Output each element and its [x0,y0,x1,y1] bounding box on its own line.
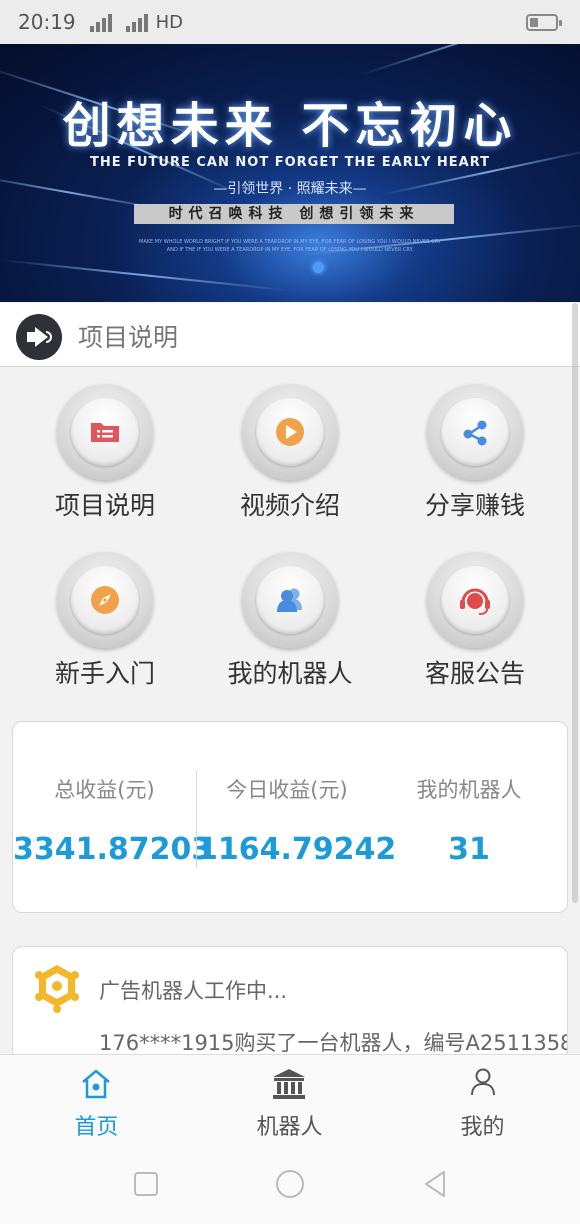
scrollbar[interactable] [572,303,578,903]
menu-customer-service[interactable]: 客服公告 [382,552,568,690]
status-bar: 20:19 HD [0,0,580,44]
home-button[interactable] [276,1170,304,1198]
users-icon [277,588,302,612]
today-earnings-label: 今日收益(元) [226,778,348,802]
purchase-ticker: 176****1915购买了一台机器人，编号A2511358 [99,1031,568,1055]
menu-share-earn[interactable]: 分享赚钱 [382,384,568,522]
battery-icon [526,14,562,31]
earnings-card: 总收益(元) 3341.87203 今日收益(元) 1164.79242 我的机… [12,721,568,913]
tab-robots[interactable]: 机器人 [193,1055,386,1145]
bank-icon [273,1069,305,1099]
tab-home[interactable]: 首页 [0,1055,193,1145]
today-earnings-value: 1164.79242 [197,832,397,867]
total-earnings: 总收益(元) 3341.87203 [13,722,213,912]
cell-signal-icon [89,12,112,32]
menu-label: 客服公告 [424,659,525,688]
cell-signal-2-icon [125,12,148,32]
menu-label: 视频介绍 [239,491,340,520]
recent-apps-button[interactable] [134,1172,158,1196]
menu-beginner-guide[interactable]: 新手入门 [12,552,198,690]
total-earnings-label: 总收益(元) [54,778,155,802]
ad-robot-status: 广告机器人工作中... [99,979,288,1003]
tab-mine[interactable]: 我的 [386,1055,579,1145]
headset-icon [460,588,490,615]
carousel-indicator[interactable] [313,262,324,273]
tab-label: 我的 [460,1115,505,1140]
status-time: 20:19 [18,10,76,34]
share-icon [463,420,487,446]
banner-fineprint-1: MAKE MY WHOLE WORLD BRIGHT IF YOU WERE A… [139,239,441,245]
banner-fineprint-2: AND IF THE IF YOU WERE A TEARDROP IN MY … [166,247,414,253]
robot-count-label: 我的机器人 [416,778,522,802]
system-nav-bar [0,1144,580,1224]
user-icon [471,1068,495,1096]
today-earnings: 今日收益(元) 1164.79242 [197,722,397,912]
menu-my-robots[interactable]: 我的机器人 [197,552,383,690]
speaker-icon [16,314,62,360]
banner-tagline: —引领世界 · 照耀未来— [213,181,367,197]
ad-robot-card: 广告机器人工作中... 176****1915购买了一台机器人，编号A25113… [12,946,568,1066]
menu-label: 项目说明 [54,491,155,520]
back-button[interactable] [422,1169,448,1199]
compass-icon [91,586,119,614]
menu-label: 新手入门 [54,659,155,688]
play-icon [276,418,304,446]
banner-subtitle: THE FUTURE CAN NOT FORGET THE EARLY HEAR… [89,155,491,170]
menu-label: 我的机器人 [227,659,353,688]
robot-count[interactable]: 我的机器人 31 [383,722,555,912]
bottom-tab-bar: 首页 机器人 我的 [0,1054,580,1144]
folder-icon [91,423,119,442]
tab-label: 首页 [74,1115,119,1140]
menu-project-info[interactable]: 项目说明 [12,384,198,522]
home-icon [82,1069,110,1099]
banner-slogan: 时代召唤科技 创想引领未来 [134,204,454,224]
menu-video-intro[interactable]: 视频介绍 [197,384,383,522]
tab-label: 机器人 [256,1115,323,1140]
robot-logo-icon [35,965,79,1013]
notice-label: 项目说明 [78,323,179,352]
total-earnings-value: 3341.87203 [13,832,213,867]
notice-bar[interactable]: 项目说明 [0,303,580,367]
hd-indicator: HD [155,11,184,33]
robot-count-value: 31 [448,832,490,867]
banner-title: 创想未来 不忘初心 [62,98,518,154]
hero-banner[interactable]: 创想未来 不忘初心 THE FUTURE CAN NOT FORGET THE … [0,44,580,302]
menu-label: 分享赚钱 [424,491,525,520]
